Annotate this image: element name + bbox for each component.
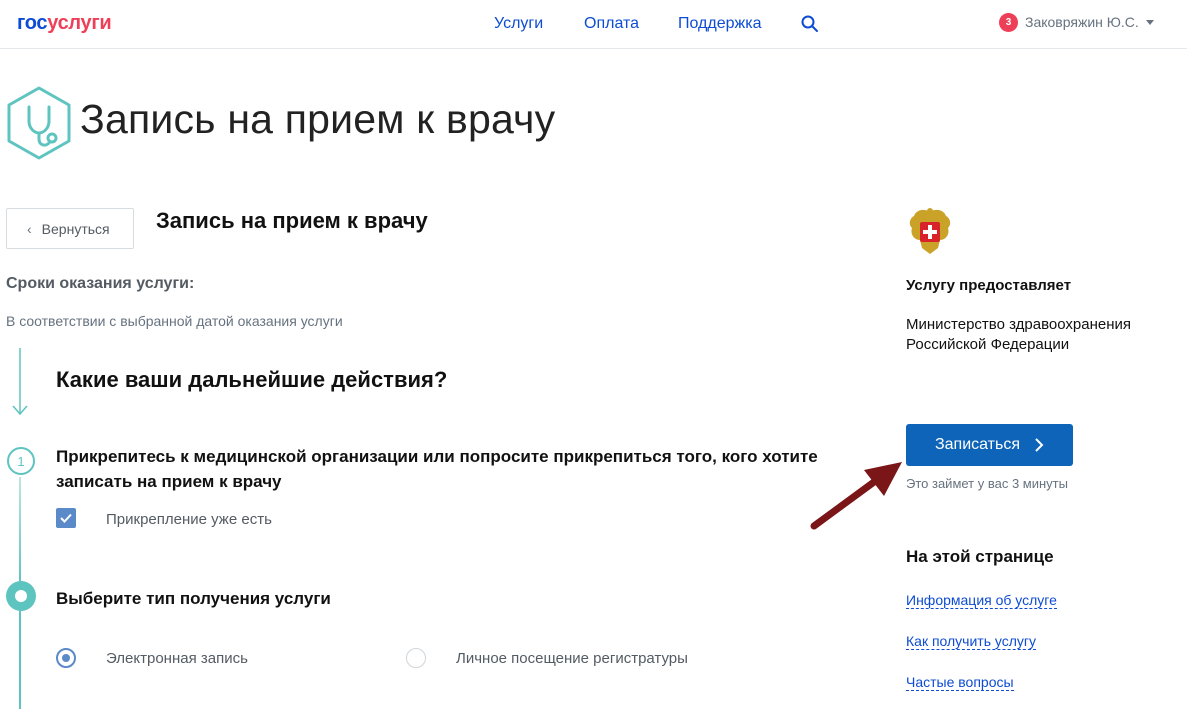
search-icon[interactable] xyxy=(800,14,820,34)
step-1-text: Прикрепитесь к медицинской организации и… xyxy=(56,447,818,491)
sign-up-button[interactable]: Записаться xyxy=(906,424,1073,466)
back-button-label[interactable]: Вернуться xyxy=(42,221,110,237)
back-button[interactable]: ‹ Вернуться xyxy=(6,208,134,249)
nav-services[interactable]: Услуги xyxy=(494,15,543,33)
notification-badge[interactable]: 3 xyxy=(999,12,1018,32)
sign-up-button-label[interactable]: Записаться xyxy=(935,436,1020,454)
stepper-connector xyxy=(19,477,21,581)
logo-part-1: гос xyxy=(17,12,48,34)
page-title: Запись на прием к врачу xyxy=(80,96,556,142)
toc-heading: На этой странице xyxy=(906,547,1054,566)
toc-link-how-to-get[interactable]: Как получить услугу xyxy=(906,633,1037,650)
attachment-checkbox[interactable] xyxy=(56,508,76,528)
radio-electronic-label[interactable]: Электронная запись xyxy=(106,650,248,667)
chevron-left-icon[interactable]: ‹ xyxy=(27,221,32,237)
provider-heading: Услугу предоставляет xyxy=(906,277,1072,294)
terms-heading: Сроки оказания услуги: xyxy=(6,275,195,292)
terms-text: В соответствии с выбранной датой оказани… xyxy=(6,313,343,329)
down-arrow-icon xyxy=(12,348,28,416)
stepper-connector xyxy=(19,611,21,709)
caret-down-icon[interactable] xyxy=(1145,19,1154,25)
chevron-right-icon[interactable] xyxy=(1034,438,1044,452)
gosuslugi-logo[interactable]: госуслуги xyxy=(17,12,112,35)
radio-in-person[interactable] xyxy=(406,648,426,668)
top-header: госуслуги Услуги Оплата Поддержка 3 Зако… xyxy=(0,0,1187,49)
attachment-checkbox-label[interactable]: Прикрепление уже есть xyxy=(106,511,272,528)
toc-link-service-info[interactable]: Информация об услуге xyxy=(906,592,1057,609)
next-actions-question: Какие ваши дальнейшие действия? xyxy=(56,367,448,392)
step-number: 1 xyxy=(7,447,35,475)
nav-payment[interactable]: Оплата xyxy=(584,15,639,33)
step-2-active-marker xyxy=(6,581,36,611)
provider-name: Министерство здравоохранения Российской … xyxy=(906,316,1131,353)
logo-part-2: услуги xyxy=(47,12,112,34)
annotation-arrow xyxy=(810,462,902,530)
toc-link-faq[interactable]: Частые вопросы xyxy=(906,674,1014,691)
emblem-icon xyxy=(909,208,951,254)
user-menu[interactable]: 3 Заковряжин Ю.С. xyxy=(999,10,1154,34)
service-subtitle: Запись на прием к врачу xyxy=(156,208,428,233)
step-2-text: Выберите тип получения услуги xyxy=(56,589,331,608)
user-name[interactable]: Заковряжин Ю.С. xyxy=(1025,14,1139,30)
radio-electronic[interactable] xyxy=(56,648,76,668)
radio-in-person-label[interactable]: Личное посещение регистратуры xyxy=(456,650,688,667)
stethoscope-icon xyxy=(7,86,71,160)
nav-support[interactable]: Поддержка xyxy=(678,15,761,33)
duration-hint: Это займет у вас 3 минуты xyxy=(906,476,1068,491)
attachment-checkbox-row[interactable]: Прикрепление уже есть xyxy=(56,508,272,528)
check-icon xyxy=(60,513,72,523)
